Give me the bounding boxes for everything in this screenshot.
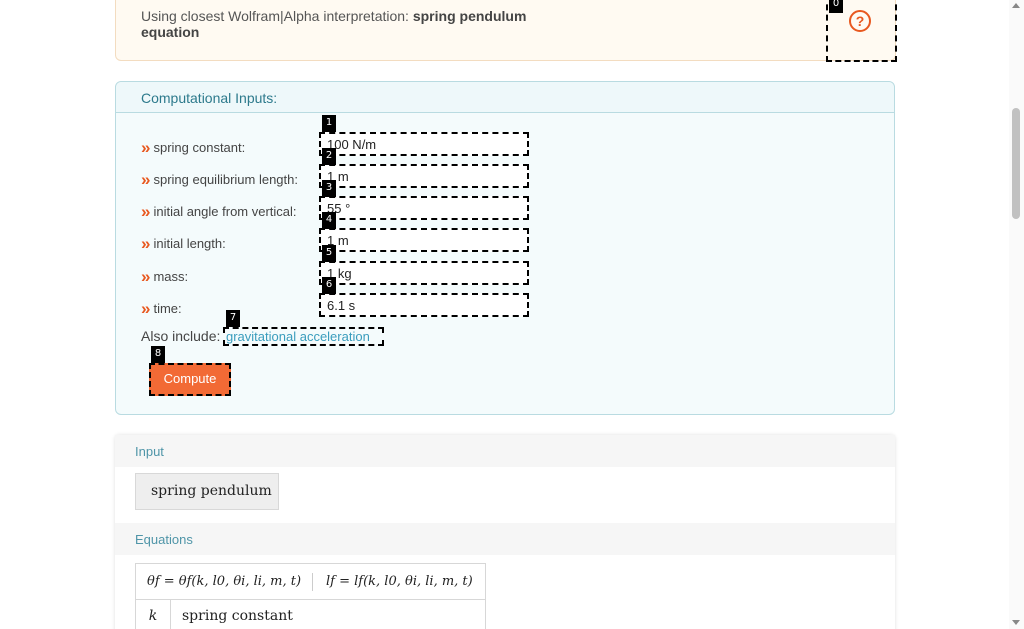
initial-length-input[interactable] [319,228,529,252]
chevron-icon: » [141,299,151,318]
row-label-initial-length: » initial length: [141,234,226,253]
equations-table: θf = θf(k, l0, θi, li, m, t) lf = lf(k, … [135,563,486,629]
scroll-up-arrow-icon[interactable] [1012,3,1020,8]
spring-equilibrium-length-input[interactable] [319,164,529,188]
scroll-down-arrow-icon[interactable] [1012,620,1020,625]
mass-input[interactable] [319,261,529,285]
inputs-header: Computational Inputs: [116,82,894,113]
gravitational-acceleration-link[interactable]: gravitational acceleration [223,327,384,346]
compute-button[interactable]: Compute [149,363,231,396]
marker-0: 0 [829,0,843,13]
also-include-label: Also include: [141,328,221,344]
help-button[interactable]: 0 ? [826,0,897,62]
initial-angle-input[interactable] [319,196,529,220]
question-circle-icon[interactable]: ? [849,10,871,32]
variable-description: spring constant [182,608,293,624]
row-label-initial-angle: » initial angle from vertical: [141,202,297,221]
chevron-icon: » [141,170,151,189]
equation-length: lf = lf(k, l0, θi, li, m, t) [326,574,473,589]
variable-symbol: k [136,600,171,629]
vertical-scrollbar[interactable] [1009,0,1024,629]
interpretation-banner: Using closest Wolfram|Alpha interpretati… [115,0,897,62]
chevron-icon: » [141,138,151,157]
equation-divider [312,573,313,591]
marker-2: 2 [322,148,336,165]
input-pod-title: Input [135,444,164,459]
equation-theta: θf = θf(k, l0, θi, li, m, t) [147,574,302,589]
marker-8: 8 [151,346,165,363]
input-pod: Input spring pendulum Equations θf = θf(… [115,435,895,629]
inputs-title: Computational Inputs: [141,90,278,106]
interpretation-text: Using closest Wolfram|Alpha interpretati… [141,8,561,40]
equation-row: θf = θf(k, l0, θi, li, m, t) lf = lf(k, … [136,564,485,600]
scroll-thumb[interactable] [1012,108,1020,219]
row-label-mass: » mass: [141,267,189,286]
row-label-spring-equilibrium-length: » spring equilibrium length: [141,170,298,189]
equations-pod-title: Equations [135,532,193,547]
computational-inputs-panel: Computational Inputs: » spring constant: … [115,81,895,415]
marker-3: 3 [322,180,336,197]
chevron-icon: » [141,267,151,286]
interpretation-prefix: Using closest Wolfram|Alpha interpretati… [141,8,409,24]
row-label-time: » time: [141,299,182,318]
chevron-icon: » [141,234,151,253]
row-label-spring-constant: » spring constant: [141,138,246,157]
marker-5: 5 [322,245,336,262]
marker-7: 7 [226,310,240,327]
chevron-icon: » [141,202,151,221]
time-input[interactable] [319,293,529,317]
marker-6: 6 [322,277,336,294]
variable-row: k spring constant [136,600,485,629]
marker-4: 4 [322,212,336,229]
marker-1: 1 [322,115,336,132]
equations-pod-header: Equations [115,523,895,555]
spring-constant-input[interactable] [319,132,529,156]
input-value-box: spring pendulum [135,473,279,510]
input-pod-header: Input [115,435,895,467]
